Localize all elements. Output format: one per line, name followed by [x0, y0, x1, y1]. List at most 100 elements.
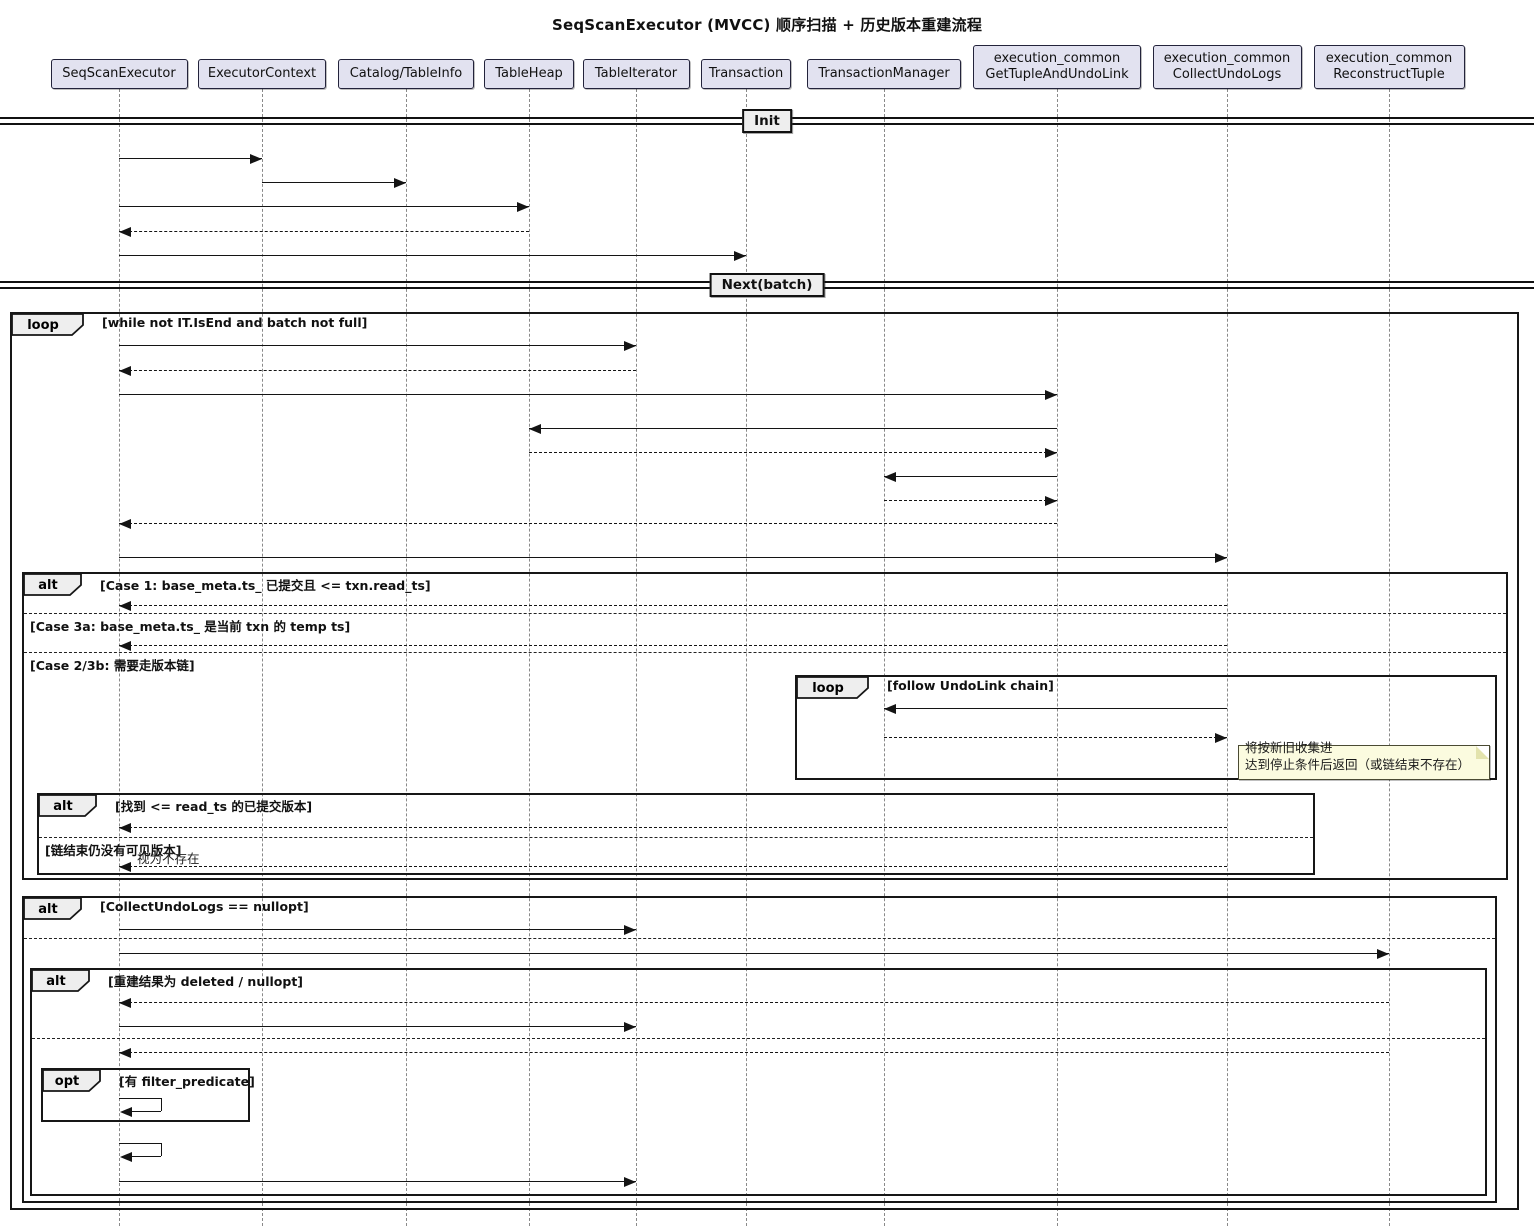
participant-label: TransactionManager — [818, 66, 949, 82]
participant-txn: Transaction — [701, 59, 791, 89]
participant-label: TableHeap — [495, 66, 563, 82]
message-call-line — [884, 476, 1057, 477]
message-call-line — [262, 182, 406, 183]
arrowhead — [119, 641, 131, 651]
message-self-line — [161, 1143, 162, 1156]
arrowhead — [250, 154, 262, 164]
section-divider-label: Init — [742, 109, 792, 133]
message-call-line — [119, 557, 1227, 558]
arrowhead — [1377, 949, 1389, 959]
frame-guard: [重建结果为 deleted / nullopt] — [108, 971, 303, 990]
message-return-line — [119, 370, 636, 371]
section-divider-label: Next(batch) — [710, 273, 825, 297]
note: 将按新旧收集进达到停止条件后返回（或链结束不存在） — [1238, 745, 1490, 780]
participant-label: TableIterator — [595, 66, 677, 82]
message-return-line — [119, 866, 1227, 867]
participant-label: GetTupleAndUndoLink — [985, 67, 1128, 83]
arrowhead — [120, 1152, 132, 1162]
arrowhead — [119, 519, 131, 529]
svg-text:alt: alt — [53, 799, 72, 814]
participant-cat: Catalog/TableInfo — [338, 59, 474, 89]
message-call-line — [119, 953, 1389, 954]
frame-divider — [24, 938, 1495, 939]
svg-text:alt: alt — [38, 578, 57, 593]
arrowhead — [624, 925, 636, 935]
arrowhead — [884, 704, 896, 714]
arrowhead — [119, 366, 131, 376]
frame-label-shape: loop — [11, 313, 85, 337]
message-return-line — [119, 231, 529, 232]
participant-seq: SeqScanExecutor — [51, 59, 188, 89]
frame-label-shape: loop — [796, 676, 870, 700]
arrowhead — [119, 823, 131, 833]
participant-rt: execution_commonReconstructTuple — [1314, 45, 1465, 89]
message-return-line — [119, 1002, 1389, 1003]
sequence-diagram: SeqScanExecutor (MVCC) 顺序扫描 + 历史版本重建流程 l… — [0, 0, 1534, 1226]
participant-iter: TableIterator — [583, 59, 690, 89]
frame-label-shape: opt — [42, 1069, 102, 1093]
note-line: 达到停止条件后返回（或链结束不存在） — [1245, 754, 1470, 773]
message-call-line — [119, 394, 1057, 395]
message-call-line — [119, 158, 262, 159]
message-return-line — [119, 1052, 1389, 1053]
message-self-line — [131, 1111, 161, 1112]
arrowhead — [119, 1048, 131, 1058]
message-call-line — [119, 1026, 636, 1027]
message-return-line — [884, 737, 1227, 738]
frame-guard: [CollectUndoLogs == nullopt] — [100, 899, 309, 914]
arrowhead — [1215, 733, 1227, 743]
participant-label: CollectUndoLogs — [1173, 67, 1281, 83]
frame-divider — [24, 652, 1506, 653]
frame-divider-label: [Case 2/3b: 需要走版本链] — [30, 655, 195, 674]
frame-label-shape: alt — [31, 969, 91, 993]
arrowhead — [119, 862, 131, 872]
frame-divider — [39, 837, 1313, 838]
svg-text:loop: loop — [27, 318, 59, 333]
frame-guard: [找到 <= read_ts 的已提交版本] — [115, 796, 312, 815]
participant-ctx: ExecutorContext — [198, 59, 326, 89]
message-self-line — [119, 1143, 161, 1144]
frame-guard: [有 filter_predicate] — [119, 1071, 255, 1090]
frame-guard: [while not IT.IsEnd and batch not full] — [102, 315, 367, 330]
participant-label: ReconstructTuple — [1333, 67, 1445, 83]
participant-gtul: execution_commonGetTupleAndUndoLink — [973, 45, 1141, 89]
arrowhead — [529, 424, 541, 434]
svg-text:loop: loop — [812, 681, 844, 696]
svg-text:opt: opt — [55, 1074, 79, 1089]
participant-label: SeqScanExecutor — [62, 66, 175, 82]
message-self-line — [119, 1098, 161, 1099]
participant-label: Catalog/TableInfo — [350, 66, 463, 82]
arrowhead — [884, 472, 896, 482]
participant-label: execution_common — [1164, 51, 1290, 67]
frame-divider — [24, 613, 1506, 614]
message-return-line — [119, 605, 1227, 606]
arrowhead — [119, 601, 131, 611]
arrowhead — [1045, 448, 1057, 458]
arrowhead — [119, 998, 131, 1008]
message-label: 视为不存在 — [137, 848, 200, 867]
frame-divider — [32, 1038, 1485, 1039]
participant-txnmgr: TransactionManager — [807, 59, 961, 89]
frame-divider-label: [Case 3a: base_meta.ts_ 是当前 txn 的 temp t… — [30, 616, 350, 635]
arrowhead — [624, 341, 636, 351]
svg-text:alt: alt — [38, 902, 57, 917]
message-return-line — [119, 645, 1227, 646]
message-return-line — [119, 523, 1057, 524]
message-return-line — [119, 827, 1227, 828]
message-call-line — [119, 345, 636, 346]
message-call-line — [119, 1181, 636, 1182]
frame-label-shape: alt — [38, 794, 98, 818]
participant-cul: execution_commonCollectUndoLogs — [1153, 45, 1302, 89]
arrowhead — [1045, 390, 1057, 400]
arrowhead — [119, 227, 131, 237]
participant-label: Transaction — [709, 66, 783, 82]
arrowhead — [624, 1022, 636, 1032]
frame-guard: [follow UndoLink chain] — [887, 678, 1054, 693]
participant-label: ExecutorContext — [208, 66, 316, 82]
message-call-line — [884, 708, 1227, 709]
message-return-line — [529, 452, 1057, 453]
arrowhead — [1215, 553, 1227, 563]
message-call-line — [119, 206, 529, 207]
frame-guard: [Case 1: base_meta.ts_ 已提交且 <= txn.read_… — [100, 575, 431, 594]
message-self-line — [131, 1156, 161, 1157]
